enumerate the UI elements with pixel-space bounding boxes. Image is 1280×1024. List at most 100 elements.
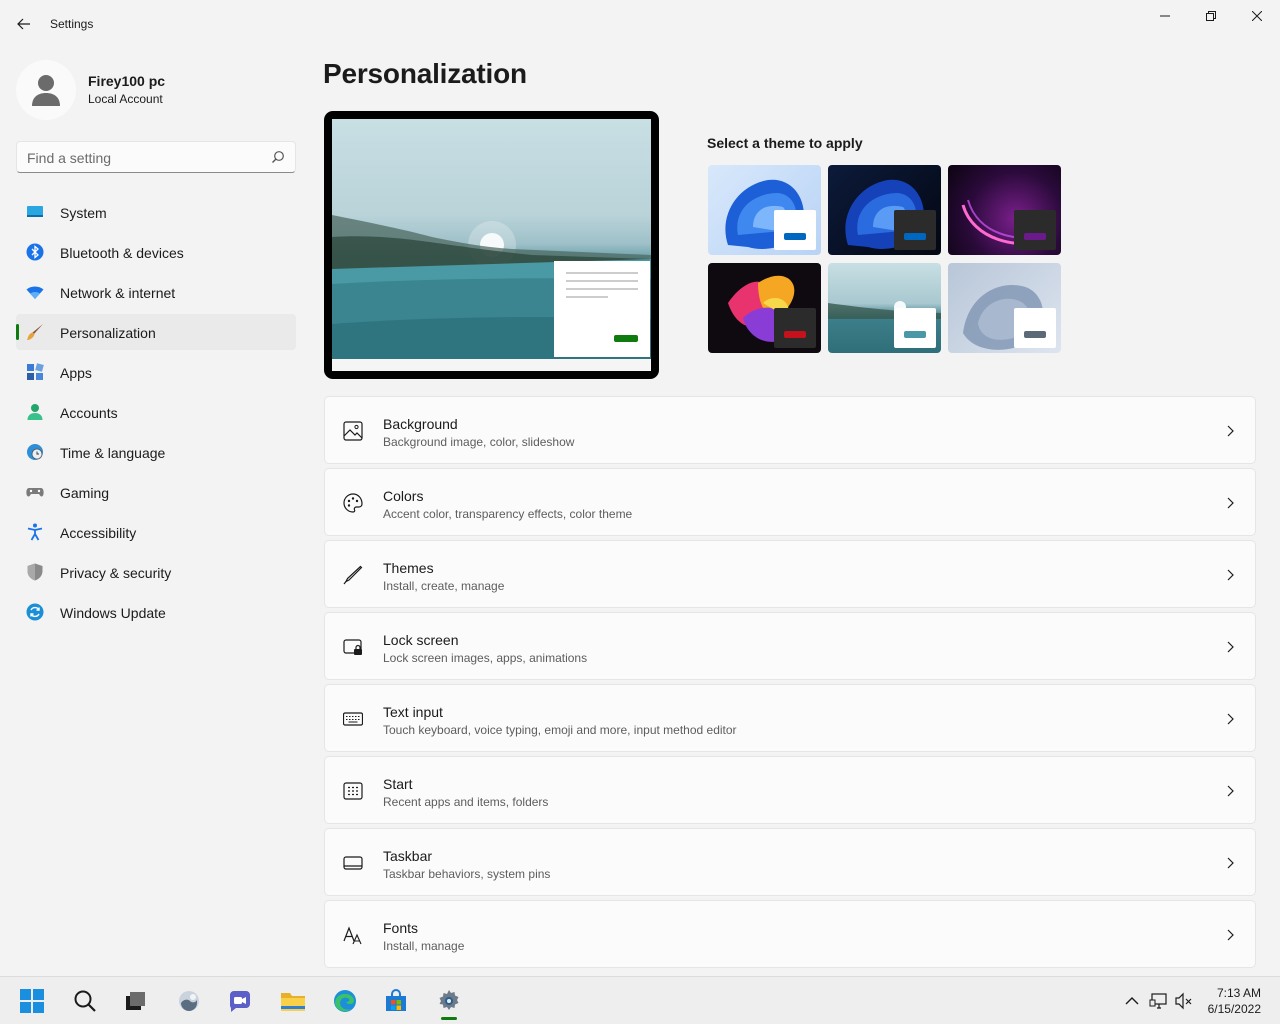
chevron-right-icon	[1227, 641, 1234, 653]
chevron-up-icon[interactable]	[1122, 991, 1142, 1011]
card-title: Lock screen	[383, 632, 459, 648]
preview-window-contents	[566, 272, 638, 342]
person-avatar-icon	[32, 75, 60, 106]
theme-sunrise[interactable]	[828, 263, 941, 353]
file-explorer-button[interactable]	[279, 987, 307, 1015]
themes-setting[interactable]: Themes Install, create, manage	[324, 540, 1256, 608]
theme-accent-bar	[784, 233, 806, 240]
sidebar-item-label: Accessibility	[60, 525, 137, 541]
theme-accent-bar	[904, 331, 926, 338]
theme-windows-light[interactable]	[708, 165, 821, 255]
card-title: Background	[383, 416, 458, 432]
chevron-right-icon	[1227, 569, 1234, 581]
card-subtitle: Accent color, transparency effects, colo…	[383, 507, 633, 521]
preview-sample-window	[554, 261, 650, 357]
card-title: Fonts	[383, 920, 419, 936]
theme-glow[interactable]	[948, 165, 1061, 255]
profile-name: Firey100 pc	[88, 73, 166, 89]
accessibility-icon	[27, 523, 43, 541]
speaker-muted-icon[interactable]	[1174, 991, 1194, 1011]
palette-icon	[343, 493, 363, 513]
pen-icon	[343, 565, 363, 585]
back-button[interactable]	[10, 10, 38, 38]
search-icon	[74, 990, 96, 1012]
avatar	[16, 60, 76, 120]
card-subtitle: Taskbar behaviors, system pins	[383, 867, 551, 881]
store-button[interactable]	[382, 987, 410, 1015]
task-view-button[interactable]	[121, 987, 149, 1015]
brush-icon	[27, 324, 43, 340]
sidebar-item-label: System	[60, 205, 107, 221]
theme-mini-window	[774, 308, 816, 348]
preview-accent-button	[614, 335, 638, 342]
chat-icon	[229, 991, 250, 1012]
close-button[interactable]	[1234, 0, 1280, 32]
sidebar-item-label: Windows Update	[60, 605, 166, 621]
controller-icon	[26, 488, 44, 497]
network-monitor-icon[interactable]	[1149, 991, 1169, 1011]
sidebar-item-windows-update[interactable]: Windows Update	[16, 594, 296, 630]
sidebar-item-network[interactable]: Network & internet	[16, 274, 296, 310]
text-input-setting[interactable]: Text input Touch keyboard, voice typing,…	[324, 684, 1256, 752]
start-setting[interactable]: Start Recent apps and items, folders	[324, 756, 1256, 824]
card-title: Start	[383, 776, 413, 792]
sidebar-item-privacy-security[interactable]: Privacy & security	[16, 554, 296, 590]
restore-icon	[1206, 11, 1216, 21]
sidebar-item-system[interactable]: System	[16, 194, 296, 230]
sidebar-item-accounts[interactable]: Accounts	[16, 394, 296, 430]
edge-button[interactable]	[331, 987, 359, 1015]
settings-taskbar-button[interactable]	[435, 987, 463, 1015]
restore-button[interactable]	[1188, 0, 1234, 32]
shield-icon	[27, 563, 43, 581]
sidebar-item-personalization[interactable]: Personalization	[16, 314, 296, 350]
bluetooth-icon	[26, 243, 44, 261]
background-setting[interactable]: Background Background image, color, slid…	[324, 396, 1256, 464]
taskbar: 7:13 AM 6/15/2022	[0, 976, 1280, 1024]
store-icon	[386, 989, 406, 1011]
sidebar-item-bluetooth[interactable]: Bluetooth & devices	[16, 234, 296, 270]
sidebar-item-label: Bluetooth & devices	[60, 245, 184, 261]
theme-windows-dark[interactable]	[828, 165, 941, 255]
clock-date[interactable]: 6/15/2022	[1208, 1002, 1261, 1016]
theme-mini-window	[1014, 308, 1056, 348]
card-subtitle: Touch keyboard, voice typing, emoji and …	[383, 723, 737, 737]
colors-setting[interactable]: Colors Accent color, transparency effect…	[324, 468, 1256, 536]
image-icon	[343, 421, 363, 441]
search-input[interactable]: Find a setting	[16, 141, 296, 173]
card-title: Text input	[383, 704, 443, 720]
sidebar-item-gaming[interactable]: Gaming	[16, 474, 296, 510]
sidebar-nav: System Bluetooth & devices Network & int…	[16, 194, 296, 634]
sidebar-item-label: Gaming	[60, 485, 110, 501]
preview-wallpaper	[332, 119, 651, 359]
app-title: Settings	[50, 17, 94, 31]
sidebar-item-apps[interactable]: Apps	[16, 354, 296, 390]
taskbar-search-button[interactable]	[71, 987, 99, 1015]
fonts-icon	[343, 926, 362, 945]
taskbar-icon	[343, 856, 363, 870]
widgets-button[interactable]	[175, 987, 203, 1015]
lock-screen-icon	[343, 639, 362, 655]
taskbar-setting[interactable]: Taskbar Taskbar behaviors, system pins	[324, 828, 1256, 896]
lock-screen-setting[interactable]: Lock screen Lock screen images, apps, an…	[324, 612, 1256, 680]
search-placeholder: Find a setting	[27, 150, 112, 166]
theme-captured-motion[interactable]	[708, 263, 821, 353]
update-icon	[26, 603, 44, 621]
chevron-right-icon	[1227, 785, 1234, 797]
close-icon	[1252, 11, 1262, 21]
start-button[interactable]	[18, 987, 46, 1015]
file-explorer-icon	[281, 993, 305, 1011]
theme-flow[interactable]	[948, 263, 1061, 353]
start-menu-icon	[343, 782, 363, 800]
fonts-setting[interactable]: Fonts Install, manage	[324, 900, 1256, 968]
minimize-button[interactable]	[1142, 0, 1188, 32]
card-title: Colors	[383, 488, 424, 504]
clock-time[interactable]: 7:13 AM	[1217, 986, 1261, 1000]
sidebar-item-accessibility[interactable]: Accessibility	[16, 514, 296, 550]
theme-accent-bar	[1024, 331, 1046, 338]
profile-card[interactable]: Firey100 pc Local Account	[16, 60, 296, 120]
theme-preview	[324, 111, 659, 379]
sidebar-item-time-language[interactable]: Time & language	[16, 434, 296, 470]
windows-logo-icon	[20, 989, 44, 1013]
chat-button[interactable]	[226, 987, 254, 1015]
sidebar-item-label: Time & language	[60, 445, 166, 461]
